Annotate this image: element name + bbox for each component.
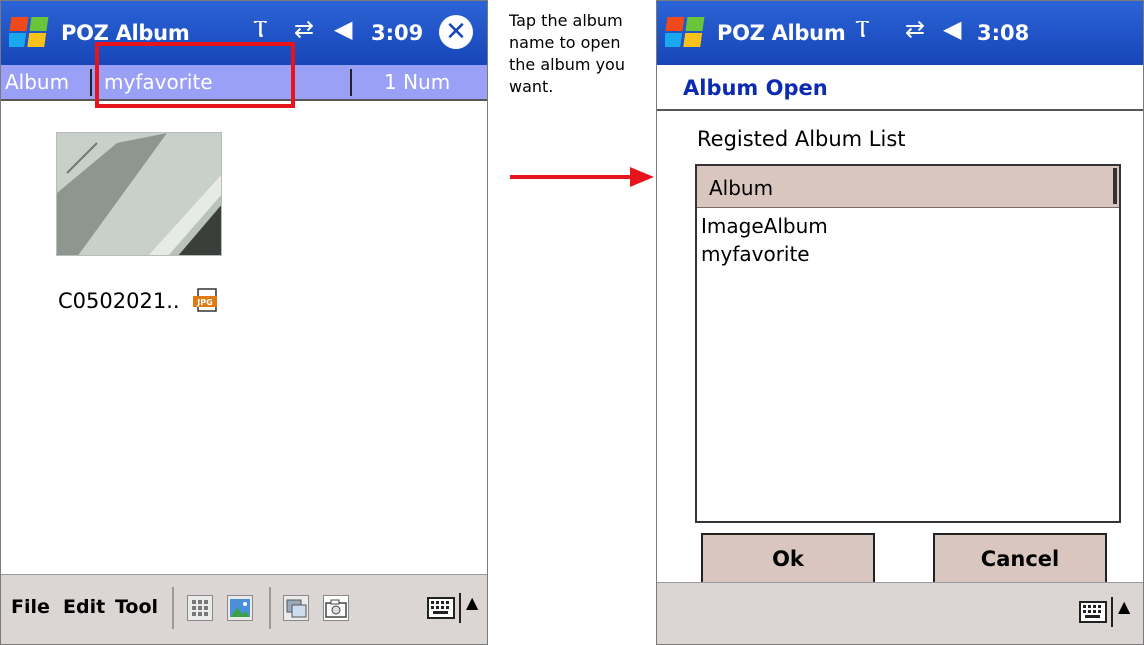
dialog-header: Album Open — [657, 65, 1143, 111]
clock[interactable]: 3:09 — [371, 21, 423, 45]
photo-count: 1 Num — [384, 70, 451, 94]
arrow-icon — [510, 167, 654, 187]
divider — [90, 69, 92, 96]
antenna-icon[interactable]: Ⲧ — [253, 17, 268, 41]
album-list[interactable]: Album ImageAlbum myfavorite — [695, 164, 1121, 523]
command-bar: File Edit Tool ▲ — [1, 574, 487, 644]
sync-icon[interactable]: ⇄ — [905, 17, 925, 41]
toolbar-divider — [459, 593, 461, 623]
ok-button[interactable]: Ok — [701, 533, 875, 585]
camera-icon[interactable] — [323, 595, 349, 621]
antenna-icon[interactable]: Ⲧ — [855, 17, 870, 41]
toolbar-divider — [269, 587, 271, 629]
album-label[interactable]: Album — [5, 70, 69, 94]
image-view-icon[interactable] — [227, 595, 253, 621]
cancel-button[interactable]: Cancel — [933, 533, 1107, 585]
list-item[interactable]: myfavorite — [701, 242, 810, 266]
menu-edit[interactable]: Edit — [63, 596, 105, 618]
input-menu-arrow-icon[interactable]: ▲ — [1118, 597, 1130, 616]
photo-thumbnail[interactable] — [56, 132, 222, 256]
column-resize-handle[interactable] — [1113, 168, 1117, 204]
title-bar: POZ Album Ⲧ ⇄ ◀ 3:08 — [657, 1, 1143, 65]
jpg-file-icon: JPG — [193, 288, 217, 312]
toolbar-divider — [1111, 597, 1113, 627]
menu-file[interactable]: File — [11, 596, 50, 618]
slideshow-icon[interactable] — [283, 595, 309, 621]
instruction-text: Tap the album name to open the album you… — [509, 11, 625, 96]
menu-tool[interactable]: Tool — [115, 596, 158, 618]
toolbar-divider — [172, 587, 174, 629]
list-item[interactable]: ImageAlbum — [701, 214, 828, 238]
keyboard-icon[interactable] — [427, 597, 455, 619]
sync-icon[interactable]: ⇄ — [294, 17, 314, 41]
speaker-icon[interactable]: ◀ — [334, 17, 352, 41]
input-menu-arrow-icon[interactable]: ▲ — [466, 593, 478, 612]
clock[interactable]: 3:08 — [977, 21, 1029, 45]
speaker-icon[interactable]: ◀ — [943, 17, 961, 41]
command-bar: ▲ — [657, 582, 1143, 644]
close-button[interactable]: ✕ — [439, 15, 473, 49]
album-list-label: Registed Album List — [697, 127, 906, 151]
grid-view-icon[interactable] — [187, 595, 213, 621]
keyboard-icon[interactable] — [1079, 601, 1107, 623]
app-title: POZ Album — [717, 21, 846, 45]
windows-start-icon[interactable] — [9, 13, 53, 53]
divider — [350, 69, 352, 96]
file-type-badge: JPG — [196, 298, 212, 307]
right-device-screen: POZ Album Ⲧ ⇄ ◀ 3:08 Album Open Registed… — [656, 0, 1144, 645]
list-column-header[interactable]: Album — [697, 166, 1119, 208]
dialog-title: Album Open — [683, 76, 828, 100]
thumbnail-area: C0502021.. JPG — [1, 101, 487, 576]
photo-image — [57, 133, 221, 255]
windows-start-icon[interactable] — [665, 13, 709, 53]
highlight-box — [95, 42, 295, 108]
thumbnail-caption[interactable]: C0502021.. — [58, 289, 180, 313]
column-header-album: Album — [709, 176, 774, 200]
